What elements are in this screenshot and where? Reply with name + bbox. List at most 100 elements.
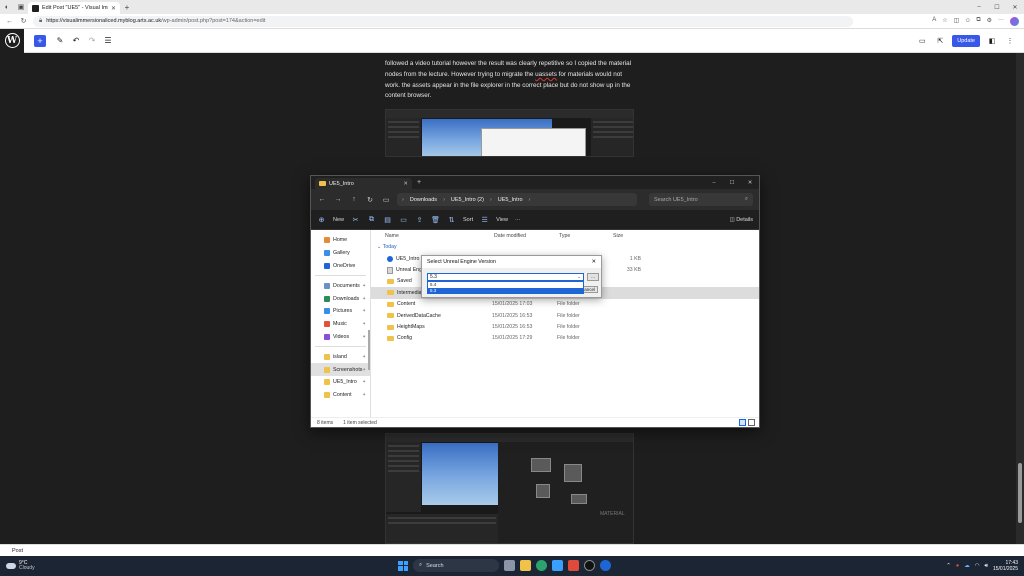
column-type[interactable]: Type	[559, 233, 613, 239]
delete-icon[interactable]: 🗑︎	[431, 216, 440, 224]
forward-arrow-icon[interactable]: →	[333, 196, 343, 203]
refresh-icon[interactable]: ↻	[365, 196, 375, 204]
rename-icon[interactable]: ▭	[399, 216, 408, 224]
new-button[interactable]: New	[333, 217, 344, 223]
file-explorer-icon[interactable]	[520, 560, 531, 571]
clock[interactable]: 17:43 15/01/2025	[993, 560, 1018, 572]
sidebar-item-pictures[interactable]: Pictures ✦	[311, 305, 370, 318]
crumb-ue5-intro[interactable]: UE5_Intro	[498, 197, 523, 203]
sidebar-item-onedrive[interactable]: OneDrive	[311, 260, 370, 273]
add-block-button[interactable]: +	[34, 34, 46, 47]
url-input[interactable]: 🔒︎ https://visualimmersionaliced.myblog.…	[33, 15, 853, 27]
view-button[interactable]: View	[496, 217, 508, 223]
refresh-icon[interactable]: ↻	[19, 17, 28, 25]
update-button[interactable]: Update	[952, 34, 980, 47]
minimize-button[interactable]: –	[705, 180, 723, 186]
close-window-button[interactable]: ✕	[741, 180, 759, 186]
profile-icon[interactable]: ◐	[0, 0, 14, 14]
onedrive-icon[interactable]: ☁	[964, 563, 970, 569]
sidebar-item-content[interactable]: Content ✦	[311, 389, 370, 402]
favorites-icon[interactable]: ✩	[965, 17, 970, 26]
volume-icon[interactable]: 🔊︎	[985, 563, 988, 570]
sidebar-item-home[interactable]: Home	[311, 234, 370, 247]
back-arrow-icon[interactable]: ←	[317, 196, 327, 203]
sidebar-item-music[interactable]: Music ✦	[311, 318, 370, 331]
read-aloud-icon[interactable]: A	[932, 17, 936, 26]
version-option-highlighted[interactable]: 5.3	[428, 287, 583, 293]
table-row[interactable]: DerivedDataCache 15/01/2025 16:53 File fol…	[371, 310, 759, 321]
sidebar-item-downloads[interactable]: Downloads ✦	[311, 292, 370, 305]
image-block-ue-screenshot-1[interactable]	[385, 109, 634, 157]
new-tab-button[interactable]: +	[120, 3, 134, 12]
engine-version-select[interactable]: 5.3 ⌄	[427, 273, 584, 281]
maximize-button[interactable]: ☐	[988, 4, 1006, 11]
snipping-tool-icon[interactable]	[568, 560, 579, 571]
up-arrow-icon[interactable]: ↑	[349, 196, 359, 203]
close-tab-icon[interactable]: ✕	[403, 181, 408, 187]
unreal-engine-icon[interactable]	[600, 560, 611, 571]
sidebar-item-videos[interactable]: Videos ✦	[311, 331, 370, 344]
sidebar-item-ue5-intro[interactable]: UE5_Intro ✦	[311, 376, 370, 389]
extensions-icon[interactable]: ⚙	[987, 17, 992, 26]
details-view-icon[interactable]	[739, 419, 746, 426]
back-arrow-icon[interactable]: ←	[5, 18, 14, 25]
details-button[interactable]: ◫ Details	[729, 217, 753, 223]
group-header[interactable]: ⌄ Today	[371, 241, 759, 253]
copy-icon[interactable]: ⧉	[367, 216, 376, 224]
edge-browser-icon[interactable]	[536, 560, 547, 571]
editor-scrollbar[interactable]	[1016, 53, 1024, 544]
tools-pencil-icon[interactable]: ✎	[52, 36, 68, 45]
image-block-ue-screenshot-2[interactable]: MATERIAL	[385, 433, 634, 544]
paste-icon[interactable]: ▤	[383, 216, 392, 224]
task-view-icon[interactable]	[504, 560, 515, 571]
wordpress-logo-icon[interactable]: W	[0, 28, 24, 53]
wifi-icon[interactable]: ◠	[975, 563, 980, 569]
more-button[interactable]: ···	[515, 217, 521, 223]
browse-engine-button[interactable]: ...	[587, 273, 599, 281]
close-window-button[interactable]: ✕	[1006, 4, 1024, 11]
more-menu-icon[interactable]: ···	[998, 17, 1004, 26]
sidebar-item-screenshots[interactable]: Screenshots ✦	[311, 363, 370, 376]
cut-icon[interactable]: ✂	[351, 216, 360, 224]
sort-button[interactable]: Sort	[463, 217, 473, 223]
start-button-icon[interactable]	[398, 560, 408, 571]
column-date[interactable]: Date modified	[494, 233, 559, 239]
taskbar-search[interactable]: ⌕ Search	[413, 559, 499, 572]
tray-chevron-icon[interactable]: ⌃	[946, 563, 951, 569]
breadcrumb[interactable]: Post	[0, 544, 1024, 556]
sidebar-item-island[interactable]: island ✦	[311, 350, 370, 363]
table-row[interactable]: HeightMaps 15/01/2025 16:53 File folder	[371, 321, 759, 332]
settings-sidebar-icon[interactable]: ◧	[986, 37, 998, 45]
view-post-icon[interactable]: ⇱	[934, 37, 946, 45]
preview-icon[interactable]: ▭	[916, 37, 928, 45]
maximize-button[interactable]: ☐	[723, 180, 741, 186]
collections-icon[interactable]: ⧉	[976, 17, 980, 26]
sidebar-scrollbar[interactable]	[368, 330, 370, 370]
favorite-star-icon[interactable]: ☆	[942, 17, 947, 26]
undo-icon[interactable]: ↶	[68, 36, 84, 45]
weather-widget[interactable]: 9°C Cloudy	[0, 560, 35, 572]
crumb-downloads[interactable]: Downloads	[410, 197, 437, 203]
tab-actions-icon[interactable]: ▣	[14, 0, 28, 14]
crumb-ue5-intro-2[interactable]: UE5_Intro (2)	[451, 197, 484, 203]
split-screen-icon[interactable]: ◫	[954, 17, 960, 26]
column-name[interactable]: Name	[379, 233, 494, 239]
copilot-icon[interactable]	[1010, 16, 1019, 26]
redo-icon[interactable]: ↷	[84, 36, 100, 45]
minimize-button[interactable]: –	[970, 4, 988, 11]
paragraph-block[interactable]: followed a video tutorial however the re…	[385, 59, 637, 102]
explorer-tab[interactable]: UE5_Intro ✕	[315, 178, 412, 189]
scrollbar-thumb[interactable]	[1018, 463, 1022, 523]
options-menu-icon[interactable]: ⋮	[1004, 37, 1016, 45]
table-row[interactable]: Config 15/01/2025 17:29 File folder	[371, 333, 759, 344]
browser-tab-active[interactable]: Edit Post "UE5" - Visual Immersio ✕	[28, 2, 120, 14]
table-row[interactable]: Content 15/01/2025 17:03 File folder	[371, 299, 759, 310]
share-icon[interactable]: ⇪	[415, 216, 424, 224]
close-dialog-icon[interactable]: ✕	[592, 259, 596, 265]
new-tab-button[interactable]: +	[417, 179, 421, 186]
search-input[interactable]: Search UE5_Intro ⌕	[649, 193, 753, 206]
tiles-view-icon[interactable]	[748, 419, 755, 426]
photos-icon[interactable]	[552, 560, 563, 571]
close-tab-icon[interactable]: ✕	[111, 5, 116, 12]
sidebar-item-gallery[interactable]: Gallery	[311, 247, 370, 260]
